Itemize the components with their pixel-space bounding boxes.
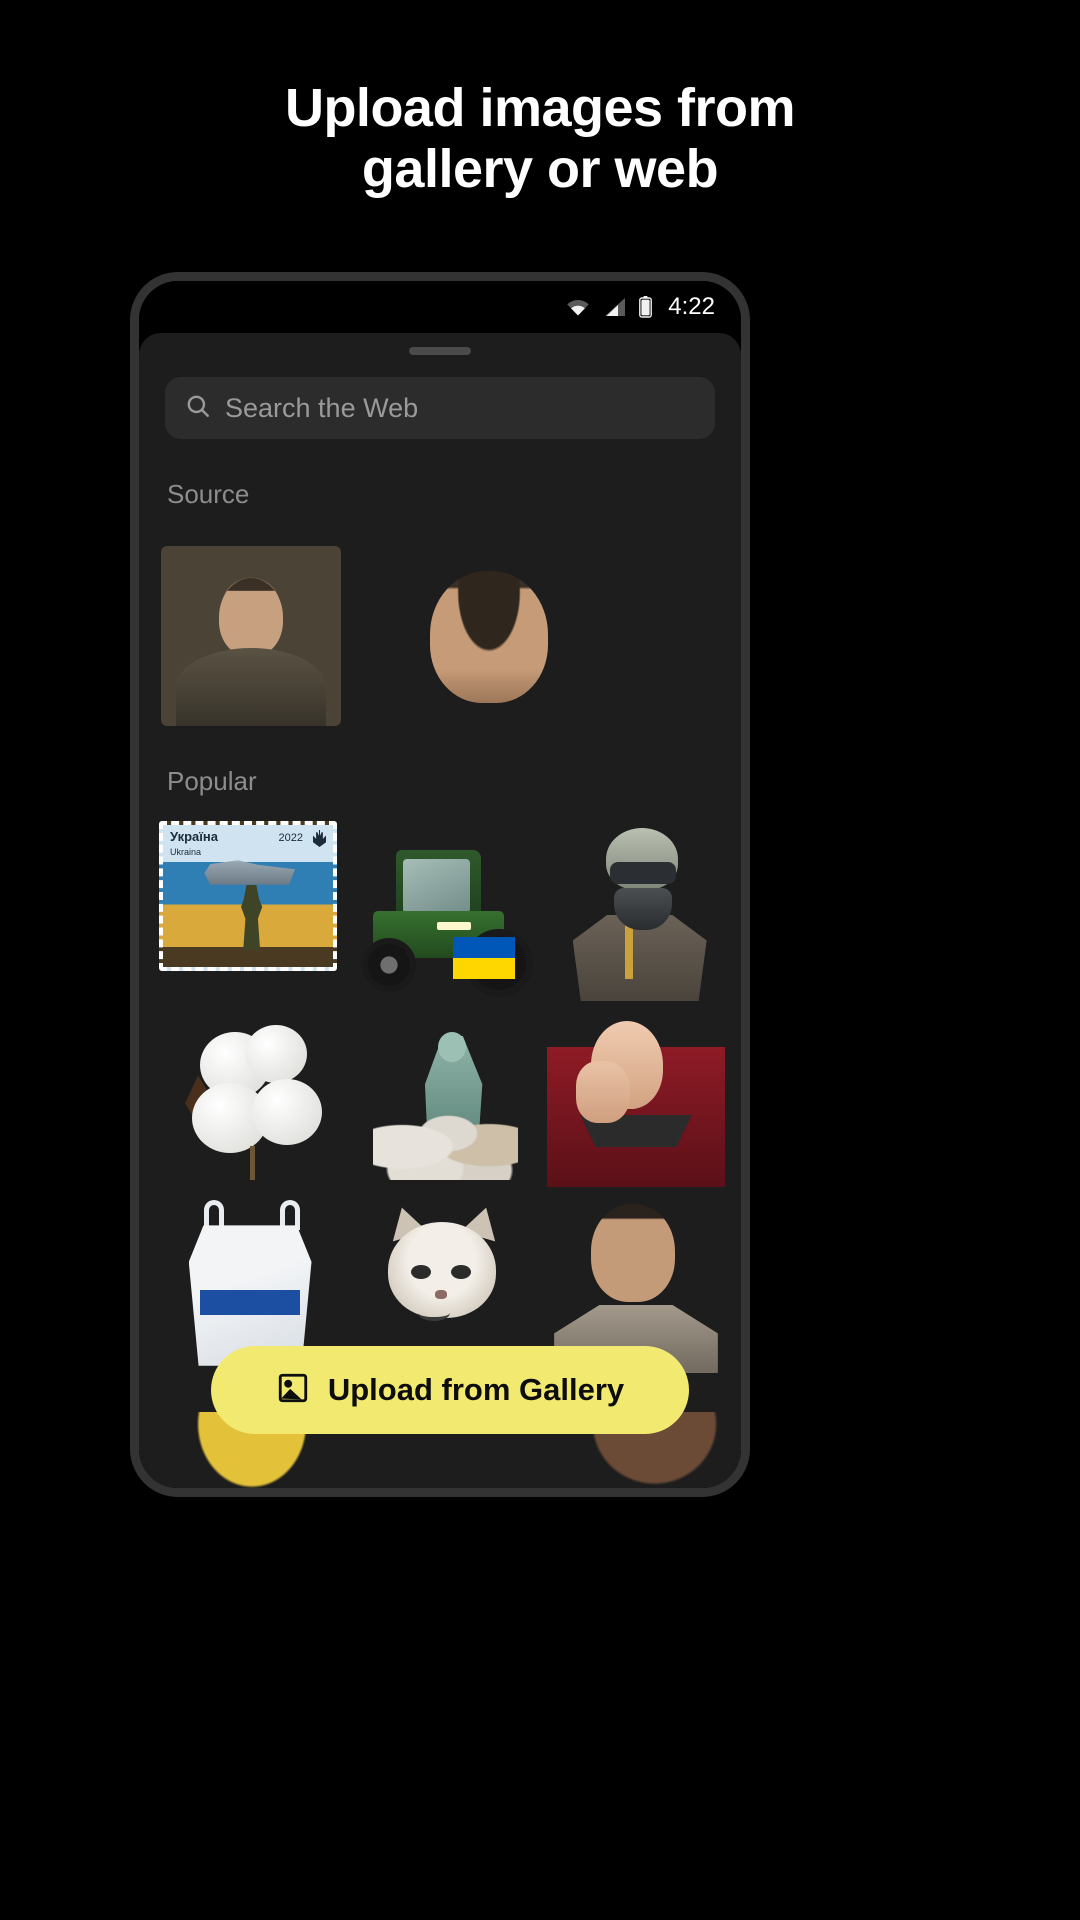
sheet-drag-handle[interactable]: [409, 347, 471, 355]
stamp-country-latin-label: Ukraina: [170, 847, 202, 857]
headline-line-2: gallery or web: [361, 139, 719, 200]
promo-screenshot: Upload images from gallery or web 4:22 S…: [0, 0, 1080, 1920]
upload-from-gallery-button[interactable]: Upload from Gallery: [211, 1346, 689, 1434]
phone-screen: 4:22 Search the Web Source Popular Украї…: [139, 281, 741, 1488]
battery-icon: [639, 296, 653, 318]
wifi-icon: [565, 297, 591, 317]
stamp-country-label: Україна: [170, 829, 219, 844]
popular-thumbnail-grid: Україна Ukraina 2022: [159, 821, 741, 1373]
search-input[interactable]: Search the Web: [165, 377, 715, 439]
cotton-boll-thumbnail[interactable]: [159, 1007, 345, 1187]
status-bar: 4:22: [139, 281, 741, 333]
zelensky-portrait-thumbnail[interactable]: [161, 546, 341, 726]
pilot-helmet-thumbnail[interactable]: [543, 821, 729, 1001]
image-picker-sheet: Search the Web Source Popular Україна Uk…: [139, 333, 741, 1488]
phone-mockup-frame: 4:22 Search the Web Source Popular Украї…: [130, 272, 750, 1497]
soldier-illustration: [241, 884, 263, 950]
source-thumbnail-row: [161, 536, 741, 726]
cellular-signal-icon: [603, 297, 627, 317]
image-icon: [276, 1371, 310, 1410]
picard-facepalm-thumbnail[interactable]: [543, 1007, 729, 1187]
section-label-source: Source: [167, 479, 250, 509]
upload-button-label: Upload from Gallery: [327, 1372, 625, 1407]
section-label-popular: Popular: [167, 766, 257, 796]
statue-sandbags-thumbnail[interactable]: [351, 1007, 537, 1187]
search-icon: [185, 393, 211, 424]
stamp-year-label: 2022: [278, 832, 303, 844]
ukraine-flag-icon: [452, 937, 515, 980]
trident-icon: [313, 830, 326, 847]
headline-line-1: Upload images from: [284, 78, 796, 138]
status-time: 4:22: [668, 293, 715, 320]
page-title: Upload images from gallery or web: [0, 78, 1080, 200]
zelensky-head-cutout-thumbnail[interactable]: [399, 546, 579, 726]
ukraine-stamp-thumbnail[interactable]: Україна Ukraina 2022: [159, 821, 345, 1001]
search-placeholder: Search the Web: [225, 392, 419, 423]
warship-illustration: [204, 860, 296, 885]
tractor-flag-thumbnail[interactable]: [351, 821, 537, 1001]
